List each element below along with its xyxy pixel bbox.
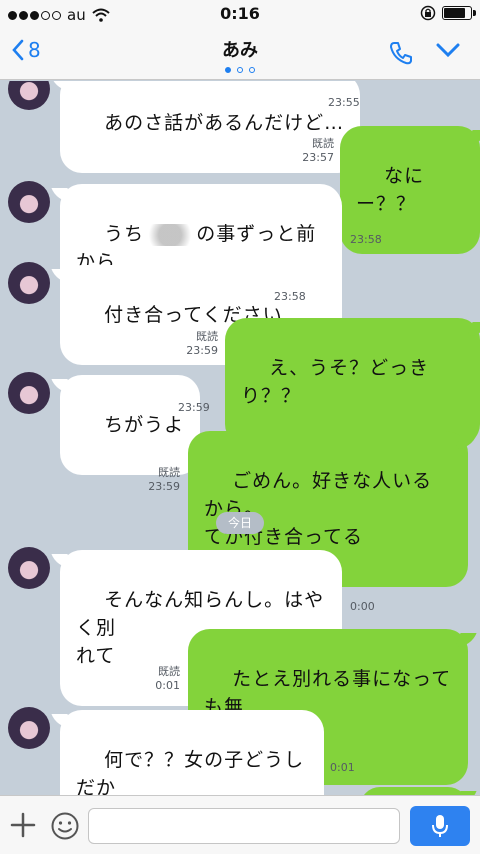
- message-text: え、うそ？どっきり？？: [241, 357, 430, 407]
- avatar[interactable]: [8, 547, 50, 589]
- microphone-icon: [432, 815, 448, 837]
- read-receipt: 既読: [312, 137, 334, 150]
- avatar[interactable]: [8, 262, 50, 304]
- blurred-name: [144, 223, 197, 246]
- message-input[interactable]: [88, 808, 400, 844]
- message-time: 23:57: [302, 151, 334, 164]
- status-right: [420, 5, 476, 21]
- status-bar: au 0:16: [0, 0, 480, 28]
- read-receipt: 既読: [196, 330, 218, 343]
- avatar[interactable]: [8, 81, 50, 110]
- battery-icon: [442, 6, 476, 20]
- message-bubble-incoming[interactable]: 何で？？女の子どうしだか ら？？: [60, 710, 324, 795]
- avatar[interactable]: [8, 181, 50, 223]
- message-text: ちがうよ: [104, 414, 185, 436]
- avatar[interactable]: [8, 707, 50, 749]
- page-dot: [249, 67, 255, 73]
- avatar[interactable]: [8, 372, 50, 414]
- message-bubble-incoming[interactable]: ちがうよ: [60, 375, 201, 475]
- nav-bar: 8 あみ: [0, 28, 480, 80]
- microphone-button[interactable]: [410, 806, 470, 846]
- plus-icon[interactable]: [10, 812, 36, 838]
- input-bar: [0, 795, 480, 854]
- message-text: 何で？？女の子どうしだか ら？？: [76, 749, 305, 795]
- page-dot: [225, 67, 231, 73]
- message-bubble-outgoing-partial[interactable]: [360, 787, 468, 795]
- message-time: 0:00: [350, 600, 375, 613]
- message-time: 0:01: [330, 761, 355, 774]
- chevron-down-icon[interactable]: [436, 42, 460, 58]
- lock-rotation-icon: [420, 5, 436, 21]
- message-time: 23:58: [350, 233, 382, 246]
- read-receipt: 既読: [158, 466, 180, 479]
- phone-icon[interactable]: [388, 40, 414, 66]
- date-separator: 今日: [216, 512, 264, 534]
- chat-area[interactable]: あのさ話があるんだけど… 23:55 既読 23:57 なにー？？ うち の事ずっ…: [0, 81, 480, 795]
- message-bubble-outgoing[interactable]: え、うそ？どっきり？？: [225, 318, 480, 446]
- message-time: 23:59: [178, 401, 210, 414]
- message-time: 0:01: [155, 679, 180, 692]
- message-time: 23:58: [274, 290, 306, 303]
- message-time: 23:55: [328, 96, 360, 109]
- status-time: 0:16: [220, 4, 260, 23]
- read-receipt: 既読: [158, 665, 180, 678]
- message-time: 23:59: [186, 344, 218, 357]
- message-time: 23:59: [148, 480, 180, 493]
- page-indicator: [0, 67, 480, 73]
- message-text: なにー？？: [356, 165, 425, 215]
- message-text: ごめん。好きな人いるから。 てか付き合ってる: [204, 470, 433, 548]
- page-dot: [237, 67, 243, 73]
- emoji-icon[interactable]: [50, 811, 80, 841]
- message-text-start: うち: [104, 223, 145, 245]
- message-text: あのさ話があるんだけど…: [104, 112, 345, 134]
